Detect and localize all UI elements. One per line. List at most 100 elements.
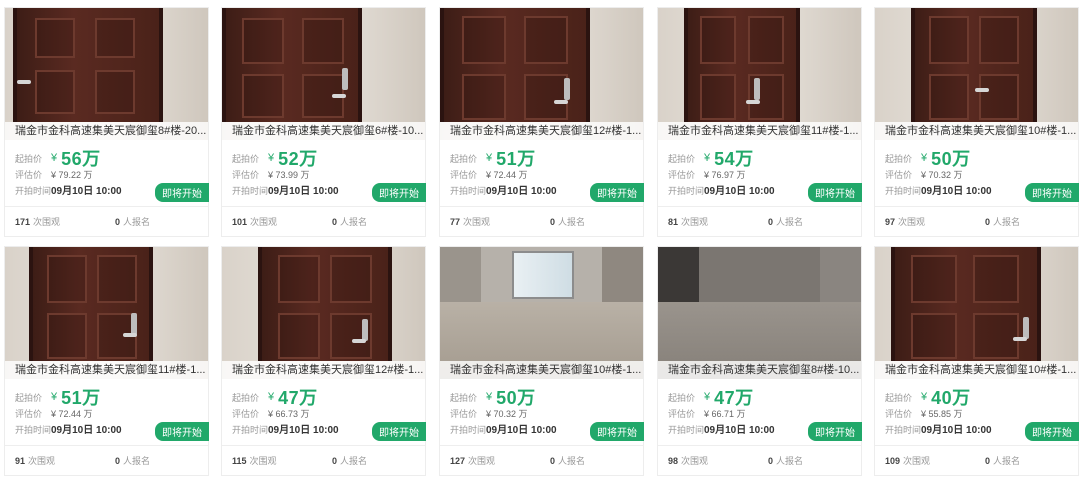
listing-card[interactable]: 瑞金市金科高速集美天宸御玺11#楼-1... 起拍价 ¥54万 评估价 ¥ 76.9… [657,7,862,237]
listing-title[interactable]: 瑞金市金科高速集美天宸御玺12#楼-1... [440,122,643,140]
status-badge[interactable]: 即将开始 [155,183,209,202]
views-label: 次围观 [250,217,278,227]
signups-label: 人报名 [123,456,151,466]
listing-title[interactable]: 瑞金市金科高速集美天宸御玺12#楼-1... [222,361,425,379]
listing-stats: 127 次围观 0 人报名 [440,445,643,475]
estimate-label: 评估价 [885,170,913,180]
status-badge[interactable]: 即将开始 [372,183,426,202]
listing-title[interactable]: 瑞金市金科高速集美天宸御玺10#楼-1... [875,361,1078,379]
currency-symbol: ¥ [704,391,711,403]
listing-card[interactable]: 瑞金市金科高速集美天宸御玺10#楼-1... 起拍价 ¥40万 评估价 ¥ 55.8… [874,246,1079,476]
signups-label: 人报名 [558,217,586,227]
start-time: 09月10日 10:00 [921,425,992,436]
estimate-label: 评估价 [232,170,260,180]
signups-label: 人报名 [123,217,151,227]
start-time: 09月10日 10:00 [51,425,122,436]
listing-photo[interactable]: 瑞金市金科高速集美天宸御玺10#楼-1... [875,8,1078,140]
listing-photo[interactable]: 瑞金市金科高速集美天宸御玺8#楼-10... [658,247,861,379]
status-badge[interactable]: 即将开始 [808,183,862,202]
status-badge[interactable]: 即将开始 [590,422,644,441]
start-time: 09月10日 10:00 [921,186,992,197]
currency-symbol: ¥ [51,152,58,164]
listing-photo[interactable]: 瑞金市金科高速集美天宸御玺8#楼-20... [5,8,208,140]
estimate-label: 评估价 [232,409,260,419]
estimate-label: 评估价 [668,170,696,180]
listing-title[interactable]: 瑞金市金科高速集美天宸御玺6#楼-10... [222,122,425,140]
status-badge[interactable]: 即将开始 [808,422,862,441]
status-badge[interactable]: 即将开始 [1025,422,1079,441]
listing-card[interactable]: 瑞金市金科高速集美天宸御玺12#楼-1... 起拍价 ¥51万 评估价 ¥ 72.4… [439,7,644,237]
views-label: 次围观 [28,456,56,466]
estimate-value: ¥ 79.22 万 [51,170,93,180]
views-count: 171 [15,217,31,227]
estimate-value: ¥ 66.71 万 [704,409,746,419]
listing-photo[interactable]: 瑞金市金科高速集美天宸御玺10#楼-1... [875,247,1078,379]
currency-symbol: ¥ [486,391,493,403]
start-time-label: 开拍时间 [15,186,52,196]
auction-listing-grid: 瑞金市金科高速集美天宸御玺8#楼-20... 起拍价 ¥56万 评估价 ¥ 79.2… [0,0,1080,477]
listing-photo[interactable]: 瑞金市金科高速集美天宸御玺11#楼-1... [658,8,861,140]
listing-card[interactable]: 瑞金市金科高速集美天宸御玺11#楼-1... 起拍价 ¥51万 评估价 ¥ 72.4… [4,246,209,476]
views-count: 101 [232,217,248,227]
start-price-label: 起拍价 [668,153,696,164]
estimate-label: 评估价 [668,409,696,419]
currency-symbol: ¥ [704,152,711,164]
listing-card[interactable]: 瑞金市金科高速集美天宸御玺6#楼-10... 起拍价 ¥52万 评估价 ¥ 73.9… [221,7,426,237]
start-price-label: 起拍价 [450,153,478,164]
signups-label: 人报名 [993,217,1021,227]
views-label: 次围观 [898,217,926,227]
status-badge[interactable]: 即将开始 [372,422,426,441]
listing-photo[interactable]: 瑞金市金科高速集美天宸御玺12#楼-1... [440,8,643,140]
start-time-label: 开拍时间 [450,186,487,196]
estimate-value: ¥ 72.44 万 [51,409,93,419]
start-price-label: 起拍价 [15,392,43,403]
signups-count: 0 [550,456,556,466]
listing-card[interactable]: 瑞金市金科高速集美天宸御玺10#楼-1... 起拍价 ¥50万 评估价 ¥ 70.3… [874,7,1079,237]
signups-label: 人报名 [558,456,586,466]
listing-title[interactable]: 瑞金市金科高速集美天宸御玺11#楼-1... [658,122,861,140]
estimate-value: ¥ 70.32 万 [921,170,963,180]
currency-symbol: ¥ [268,152,275,164]
views-label: 次围观 [463,217,491,227]
start-time: 09月10日 10:00 [704,186,775,197]
start-time-label: 开拍时间 [15,425,52,435]
signups-count: 0 [768,456,774,466]
listing-photo[interactable]: 瑞金市金科高速集美天宸御玺10#楼-1... [440,247,643,379]
signups-count: 0 [115,217,121,227]
status-badge[interactable]: 即将开始 [155,422,209,441]
listing-card[interactable]: 瑞金市金科高速集美天宸御玺8#楼-20... 起拍价 ¥56万 评估价 ¥ 79.2… [4,7,209,237]
estimate-label: 评估价 [885,409,913,419]
listing-title[interactable]: 瑞金市金科高速集美天宸御玺10#楼-1... [440,361,643,379]
estimate-value: ¥ 76.97 万 [704,170,746,180]
estimate-value: ¥ 73.99 万 [268,170,310,180]
start-time-label: 开拍时间 [885,186,922,196]
start-price-label: 起拍价 [232,392,260,403]
start-time: 09月10日 10:00 [704,425,775,436]
listing-photo[interactable]: 瑞金市金科高速集美天宸御玺11#楼-1... [5,247,208,379]
listing-title[interactable]: 瑞金市金科高速集美天宸御玺11#楼-1... [5,361,208,379]
estimate-label: 评估价 [15,170,43,180]
status-badge[interactable]: 即将开始 [1025,183,1079,202]
listing-card[interactable]: 瑞金市金科高速集美天宸御玺8#楼-10... 起拍价 ¥47万 评估价 ¥ 66.7… [657,246,862,476]
listing-card[interactable]: 瑞金市金科高速集美天宸御玺10#楼-1... 起拍价 ¥50万 评估价 ¥ 70.3… [439,246,644,476]
start-time-label: 开拍时间 [668,186,705,196]
listing-card[interactable]: 瑞金市金科高速集美天宸御玺12#楼-1... 起拍价 ¥47万 评估价 ¥ 66.7… [221,246,426,476]
views-count: 91 [15,456,26,466]
listing-title[interactable]: 瑞金市金科高速集美天宸御玺10#楼-1... [875,122,1078,140]
listing-title[interactable]: 瑞金市金科高速集美天宸御玺8#楼-10... [658,361,861,379]
estimate-label: 评估价 [450,170,478,180]
views-count: 127 [450,456,466,466]
start-time: 09月10日 10:00 [268,425,339,436]
views-count: 97 [885,217,896,227]
signups-label: 人报名 [340,456,368,466]
views-label: 次围观 [468,456,496,466]
estimate-value: ¥ 72.44 万 [486,170,528,180]
start-price-label: 起拍价 [668,392,696,403]
start-time: 09月10日 10:00 [268,186,339,197]
status-badge[interactable]: 即将开始 [590,183,644,202]
views-label: 次围观 [903,456,931,466]
listing-title[interactable]: 瑞金市金科高速集美天宸御玺8#楼-20... [5,122,208,140]
listing-photo[interactable]: 瑞金市金科高速集美天宸御玺12#楼-1... [222,247,425,379]
signups-label: 人报名 [776,217,804,227]
listing-photo[interactable]: 瑞金市金科高速集美天宸御玺6#楼-10... [222,8,425,140]
